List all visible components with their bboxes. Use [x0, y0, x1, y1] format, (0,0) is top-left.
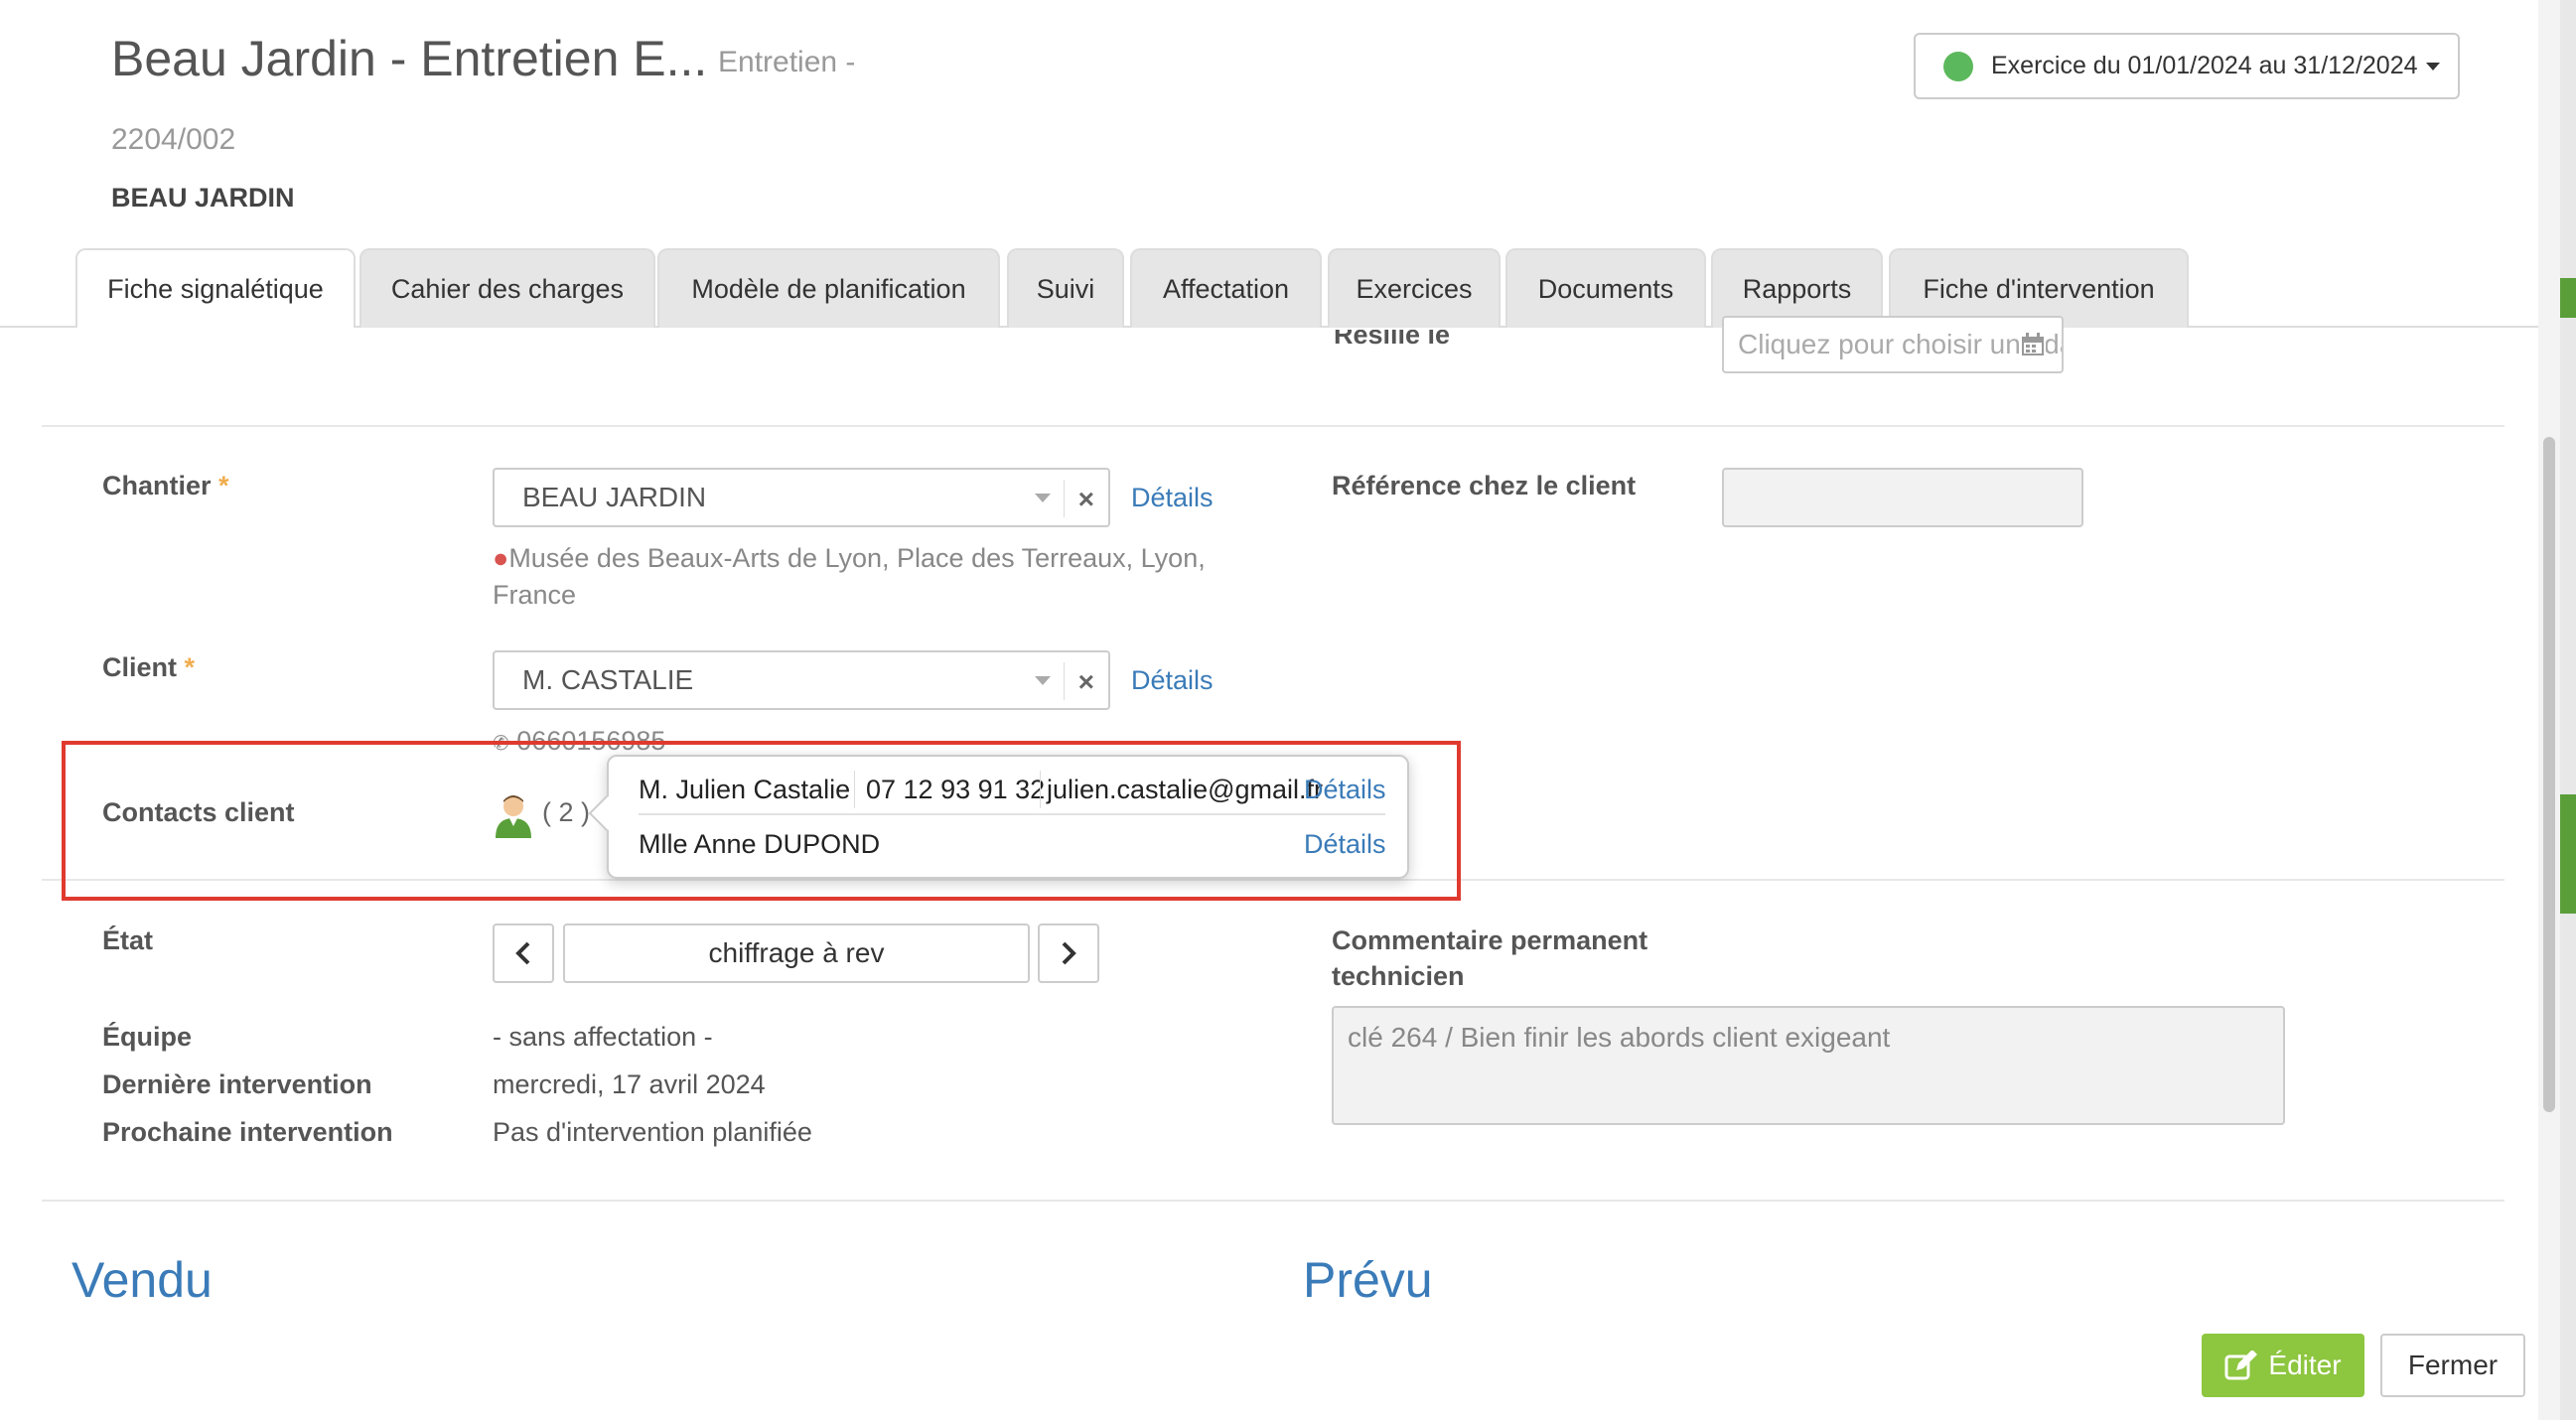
commentaire-label-line2: technicien: [1332, 961, 1465, 991]
background-app-right: [2560, 0, 2576, 1420]
chantier-label: Chantier *: [102, 471, 229, 500]
tab-exercices[interactable]: Exercices: [1328, 248, 1501, 328]
edit-button-label: Éditer: [2268, 1349, 2342, 1380]
tab-fiche-signaletique[interactable]: Fiche signalétique: [75, 248, 356, 328]
derniere-intervention-value: mercredi, 17 avril 2024: [493, 1069, 766, 1099]
site-name: BEAU JARDIN: [111, 183, 295, 213]
client-label: Client *: [102, 652, 196, 682]
chevron-left-icon: [515, 941, 530, 965]
calendar-icon[interactable]: [2020, 332, 2046, 357]
map-marker-icon: ●: [493, 543, 509, 573]
commentaire-label: Commentaire permanent: [1332, 925, 1648, 955]
resilie-placeholder: Cliquez pour choisir une date: [1738, 329, 2064, 359]
reference-number: 2204/002: [111, 123, 236, 156]
commentaire-textarea[interactable]: clé 264 / Bien finir les abords client e…: [1332, 1006, 2285, 1125]
previous-state-button[interactable]: [493, 923, 554, 983]
tab-cahier-des-charges[interactable]: Cahier des charges: [359, 248, 655, 328]
edit-button[interactable]: Éditer: [2202, 1334, 2364, 1397]
scrollbar-thumb[interactable]: [2543, 437, 2555, 1112]
prochaine-intervention-label: Prochaine intervention: [102, 1117, 393, 1147]
contact-name: Mlle Anne DUPOND: [639, 829, 881, 859]
chantier-select[interactable]: BEAU JARDIN ×: [493, 468, 1110, 527]
page-subtitle: Entretien -: [718, 46, 856, 78]
chevron-down-icon: [1035, 494, 1051, 502]
tab-modele-de-planification[interactable]: Modèle de planification: [657, 248, 1000, 328]
caret-down-icon: [2425, 62, 2440, 71]
chantier-address-line2: France: [493, 580, 577, 610]
contact-name: M. Julien Castalie: [639, 775, 851, 804]
chantier-details-link[interactable]: Détails: [1131, 483, 1214, 513]
tab-affectation[interactable]: Affectation: [1130, 248, 1322, 328]
status-dot-icon: [1943, 51, 1973, 81]
prochaine-intervention-value: Pas d'intervention planifiée: [493, 1117, 812, 1147]
chantier-value: BEAU JARDIN: [522, 482, 707, 512]
derniere-intervention-label: Dernière intervention: [102, 1069, 372, 1099]
contact-email: julien.castalie@gmail.fr: [1047, 775, 1324, 804]
reference-client-input[interactable]: [1722, 468, 2083, 527]
equipe-value: - sans affectation -: [493, 1022, 713, 1052]
page-title: Beau Jardin - Entretien E...: [111, 31, 708, 86]
divider: [42, 1200, 2504, 1202]
background-app-accent: [2560, 278, 2576, 318]
section-prevu-title: Prévu: [1303, 1252, 1433, 1308]
chevron-down-icon: [1035, 676, 1051, 685]
client-value: M. CASTALIE: [522, 664, 694, 695]
state-display: chiffrage à rev: [563, 923, 1030, 983]
etat-label: État: [102, 925, 154, 955]
exercise-dropdown[interactable]: Exercice du 01/01/2024 au 31/12/2024: [1914, 33, 2460, 99]
edit-icon: [2224, 1350, 2258, 1380]
client-select[interactable]: M. CASTALIE ×: [493, 650, 1110, 710]
background-app-accent: [2560, 794, 2576, 914]
contact-phone: 07 12 93 91 32: [866, 775, 1046, 804]
intervention-modal: Beau Jardin - Entretien E... Entretien -…: [0, 0, 2560, 1420]
divider: [42, 425, 2504, 427]
contact-details-link[interactable]: Détails: [1304, 829, 1386, 860]
reference-client-label: Référence chez le client: [1332, 471, 1637, 500]
chevron-right-icon: [1062, 941, 1076, 965]
equipe-label: Équipe: [102, 1022, 193, 1052]
section-vendu-title: Vendu: [72, 1252, 213, 1308]
client-details-link[interactable]: Détails: [1131, 665, 1214, 696]
close-button[interactable]: Fermer: [2380, 1334, 2525, 1397]
contacts-popover: M. Julien Castalie 07 12 93 91 32 julien…: [588, 755, 1409, 879]
exercise-label: Exercice du 01/01/2024 au 31/12/2024: [1991, 52, 2418, 79]
contact-details-link[interactable]: Détails: [1304, 775, 1386, 805]
chantier-address: ●Musée des Beaux-Arts de Lyon, Place des…: [493, 543, 1206, 573]
resilie-date-input[interactable]: Cliquez pour choisir une date: [1722, 316, 2064, 373]
next-state-button[interactable]: [1038, 923, 1099, 983]
clear-icon[interactable]: ×: [1078, 666, 1094, 698]
tab-documents[interactable]: Documents: [1505, 248, 1706, 328]
tab-suivi[interactable]: Suivi: [1007, 248, 1124, 328]
clear-icon[interactable]: ×: [1078, 484, 1094, 515]
